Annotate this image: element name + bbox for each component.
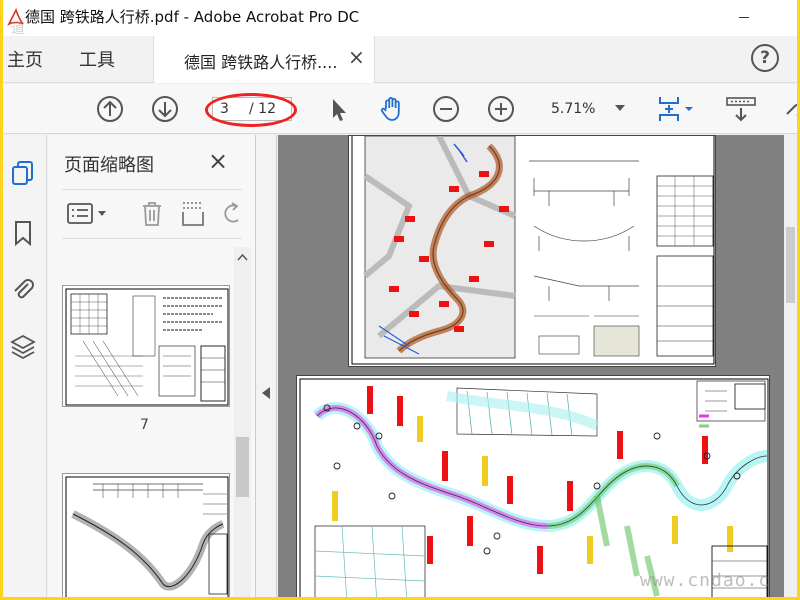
title-bar: 德国 跨铁路人行桥.pdf - Adobe Acrobat Pro DC <box>3 0 797 36</box>
page-thumbnail[interactable] <box>62 473 230 597</box>
chevron-down-icon <box>615 105 625 111</box>
document-tab-label: 德国 跨铁路人行桥.... <box>184 53 338 72</box>
left-rail <box>3 135 47 597</box>
toolbar: 3 / 12 5.71% <box>3 84 797 134</box>
panel-title: 页面缩略图 <box>64 155 154 176</box>
menu-home[interactable]: 主页 <box>7 46 43 72</box>
page-thumbnails-icon[interactable] <box>9 159 37 187</box>
hand-tool-icon[interactable] <box>377 94 407 124</box>
highlight-oval <box>205 93 297 127</box>
select-pointer-icon[interactable] <box>323 94 353 124</box>
rotate-icon[interactable] <box>222 202 242 226</box>
document-view[interactable] <box>278 135 784 597</box>
page-thumbnails-panel: 页面缩略图 × 7 <box>48 135 256 597</box>
thumbnail-drawing <box>65 288 229 406</box>
watermark-corner: 道 <box>11 21 25 37</box>
page-drawing <box>351 136 715 365</box>
next-page-icon[interactable] <box>150 94 180 124</box>
fit-page-icon[interactable] <box>655 94 699 124</box>
page-thumbnail[interactable] <box>62 285 230 407</box>
menu-tools[interactable]: 工具 <box>79 46 115 72</box>
thumbnail-drawing <box>65 476 229 597</box>
acrobat-window: 德国 跨铁路人行桥.pdf - Adobe Acrobat Pro DC 道 主… <box>3 0 797 597</box>
zoom-dropdown[interactable]: 5.71% <box>539 97 631 123</box>
watermark-text: www.cndao.c <box>640 570 771 591</box>
panel-scrollbar-thumb[interactable] <box>236 437 249 497</box>
document-scrollbar-thumb[interactable] <box>786 227 795 303</box>
panel-collapse-strip[interactable] <box>257 135 277 597</box>
page-drawing <box>299 378 769 597</box>
help-button[interactable]: ? <box>751 44 779 72</box>
bookmark-icon[interactable] <box>9 219 37 247</box>
link-icon[interactable] <box>779 94 797 124</box>
panel-close-button[interactable]: × <box>208 147 228 175</box>
document-scrollbar[interactable] <box>784 135 797 597</box>
options-menu-icon[interactable] <box>66 202 112 226</box>
pdf-page <box>296 375 770 597</box>
layers-icon[interactable] <box>9 333 37 361</box>
panel-toolbar <box>62 189 242 239</box>
prev-page-icon[interactable] <box>95 94 125 124</box>
delete-icon[interactable] <box>140 200 164 228</box>
attachment-icon[interactable] <box>9 275 37 303</box>
menu-bar: 主页 工具 德国 跨铁路人行桥.... × ? <box>3 36 797 83</box>
document-tab-close-button[interactable]: × <box>348 45 365 69</box>
pdf-page <box>348 135 716 367</box>
zoom-in-icon[interactable] <box>486 94 516 124</box>
zoom-value: 5.71% <box>551 101 596 117</box>
document-tab[interactable]: 德国 跨铁路人行桥.... × <box>153 36 375 83</box>
zoom-out-icon[interactable] <box>431 94 461 124</box>
collapse-arrow-icon[interactable] <box>262 387 270 399</box>
chevron-up-icon[interactable] <box>237 253 248 261</box>
thumbnail-label: 7 <box>140 417 149 433</box>
panel-scrollbar[interactable] <box>234 247 251 597</box>
window-title: 德国 跨铁路人行桥.pdf - Adobe Acrobat Pro DC <box>25 8 360 26</box>
extract-page-icon[interactable] <box>180 200 206 228</box>
minimize-button[interactable] <box>739 17 749 18</box>
scroll-mode-icon[interactable] <box>725 94 759 124</box>
